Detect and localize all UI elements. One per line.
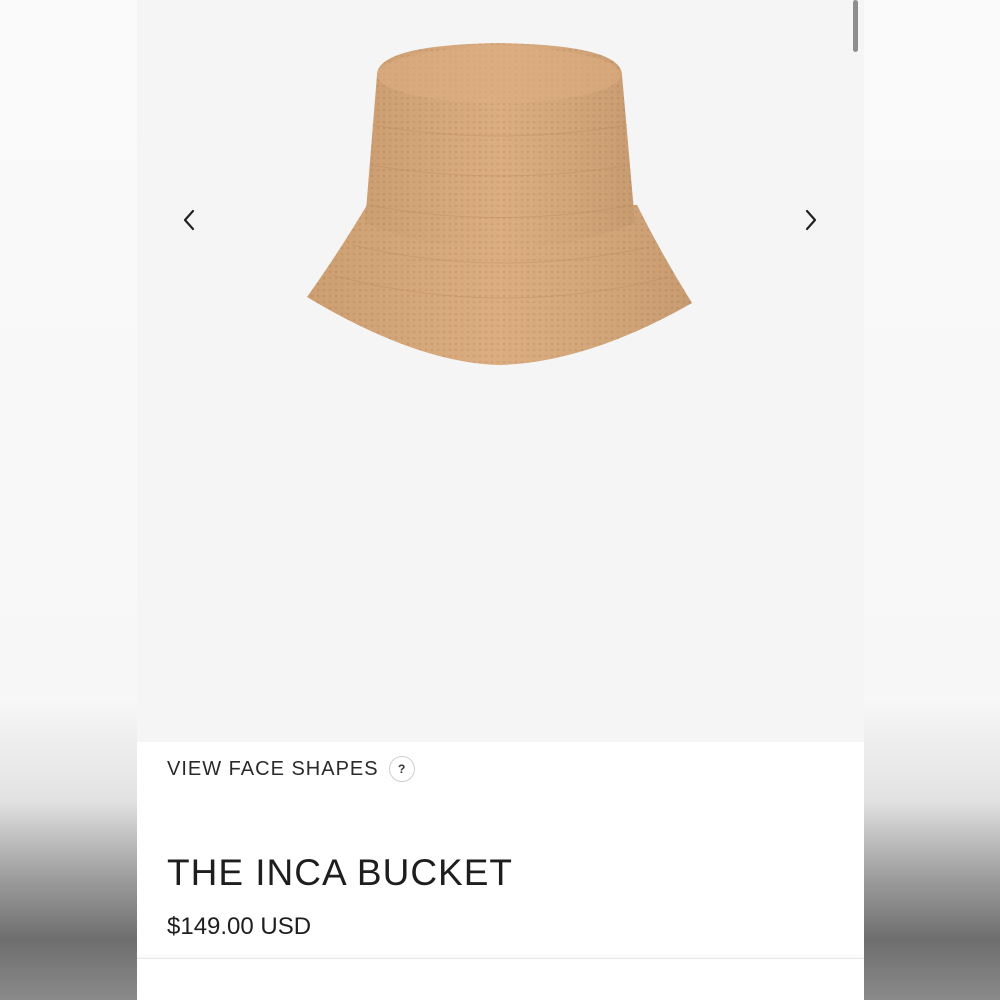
product-page: VIEW FACE SHAPES ? THE INCA BUCKET $149.… (137, 0, 864, 1000)
next-image-button[interactable] (793, 202, 829, 238)
chevron-right-icon (805, 209, 817, 231)
product-price: $149.00 USD (167, 913, 312, 940)
bottom-bar (137, 958, 864, 1000)
view-face-shapes-label: VIEW FACE SHAPES (167, 757, 379, 780)
scrollbar[interactable] (853, 0, 858, 52)
view-face-shapes-link[interactable]: VIEW FACE SHAPES ? (167, 754, 415, 784)
product-title: THE INCA BUCKET (167, 852, 513, 893)
chevron-left-icon (183, 209, 195, 231)
help-icon[interactable]: ? (388, 756, 415, 782)
previous-image-button[interactable] (171, 202, 207, 238)
product-image-gallery[interactable] (137, 0, 864, 742)
product-image-bucket-hat (307, 43, 692, 365)
